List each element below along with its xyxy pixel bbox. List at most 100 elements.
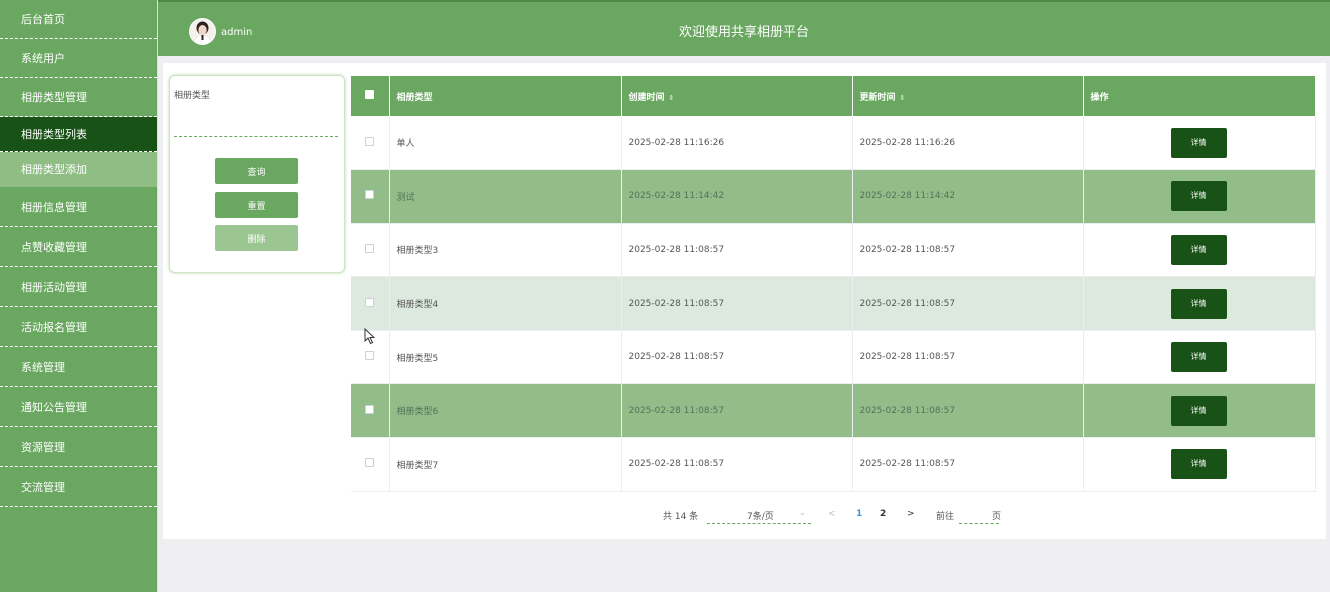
cell-created: 2025-02-28 11:08:57 xyxy=(621,330,853,385)
pagination: 共 14 条 7条/页 ⌄ < 1 2 > 前往 页 xyxy=(163,507,1326,527)
cell-updated: 2025-02-28 11:16:26 xyxy=(852,116,1084,171)
sidebar-item-album-type-list[interactable]: 相册类型列表 xyxy=(0,117,157,152)
column-header-label: 相册类型 xyxy=(396,92,433,103)
detail-button[interactable]: 详情 xyxy=(1170,288,1227,319)
cell-created: 2025-02-28 11:08:57 xyxy=(621,383,853,439)
table-row: 相册类型5 2025-02-28 11:08:57 2025-02-28 11:… xyxy=(351,330,1316,385)
sidebar-item-album-type-manage[interactable]: 相册类型管理 xyxy=(0,78,157,117)
delete-button[interactable]: 删除 xyxy=(215,225,298,251)
row-checkbox[interactable] xyxy=(364,297,374,307)
cell-ops: 详情 xyxy=(1083,330,1316,385)
cell-updated: 2025-02-28 11:08:57 xyxy=(852,437,1084,492)
goto-label: 前往 xyxy=(936,512,955,522)
detail-button[interactable]: 详情 xyxy=(1170,449,1227,480)
row-checkbox[interactable] xyxy=(364,351,374,361)
page-size-select[interactable]: 7条/页 ⌄ xyxy=(707,507,811,524)
sidebar-item-label: 相册活动管理 xyxy=(21,280,87,294)
sidebar-item-system-manage[interactable]: 系统管理 xyxy=(0,347,157,387)
row-checkbox[interactable] xyxy=(364,136,374,146)
cell-type: 相册类型3 xyxy=(389,223,622,278)
page-size-value: 7条/页 xyxy=(747,512,774,522)
detail-button[interactable]: 详情 xyxy=(1170,127,1227,158)
sidebar-item-label: 通知公告管理 xyxy=(21,400,87,414)
cell-ops: 详情 xyxy=(1083,169,1316,224)
table-row: 相册类型3 2025-02-28 11:08:57 2025-02-28 11:… xyxy=(351,223,1316,278)
select-all-cell xyxy=(351,76,390,116)
cell-updated: 2025-02-28 11:08:57 xyxy=(852,223,1084,278)
sidebar-item-label: 活动报名管理 xyxy=(21,320,87,334)
cell-type: 测试 xyxy=(389,169,622,224)
sidebar-item-label: 系统管理 xyxy=(21,360,65,374)
sidebar-item-notice-manage[interactable]: 通知公告管理 xyxy=(0,387,157,427)
row-checkbox[interactable] xyxy=(364,458,374,468)
next-page-button[interactable]: > xyxy=(907,509,915,519)
sidebar-item-label: 相册信息管理 xyxy=(21,200,87,214)
sidebar-item-resource-manage[interactable]: 资源管理 xyxy=(0,427,157,467)
column-header-created[interactable]: 创建时间 ⇕ xyxy=(621,76,853,116)
sidebar-item-label: 相册类型添加 xyxy=(21,163,87,176)
sidebar-item-home[interactable]: 后台首页 xyxy=(0,0,157,39)
detail-button[interactable]: 详情 xyxy=(1170,234,1227,265)
row-select-cell xyxy=(351,276,390,331)
column-header-ops: 操作 xyxy=(1083,76,1316,116)
select-all-checkbox[interactable] xyxy=(364,90,374,99)
sidebar-item-label: 后台首页 xyxy=(21,13,65,26)
column-header-label: 操作 xyxy=(1090,92,1109,103)
sidebar-item-album-activity-manage[interactable]: 相册活动管理 xyxy=(0,267,157,307)
column-header-label: 更新时间 xyxy=(859,92,896,103)
main-content: 相册类型 查询 重置 删除 相册类型 创建时间 ⇕ 更新时间 ⇕ 操作 单人 202… xyxy=(163,63,1326,539)
sidebar-item-label: 系统用户 xyxy=(21,52,65,65)
row-select-cell xyxy=(351,437,390,492)
cell-type: 相册类型7 xyxy=(389,437,622,492)
row-checkbox[interactable] xyxy=(364,243,374,253)
sidebar-item-system-users[interactable]: 系统用户 xyxy=(0,39,157,78)
sidebar-item-label: 点赞收藏管理 xyxy=(21,240,87,254)
cell-updated: 2025-02-28 11:08:57 xyxy=(852,330,1084,385)
top-bar: admin 欢迎使用共享相册平台 xyxy=(158,0,1330,56)
sidebar-item-album-type-add[interactable]: 相册类型添加 xyxy=(0,152,157,187)
table-header-row: 相册类型 创建时间 ⇕ 更新时间 ⇕ 操作 xyxy=(351,76,1316,116)
cell-created: 2025-02-28 11:08:57 xyxy=(621,223,853,278)
cell-type: 相册类型5 xyxy=(389,330,622,385)
sidebar-item-activity-signup-manage[interactable]: 活动报名管理 xyxy=(0,307,157,347)
query-button[interactable]: 查询 xyxy=(215,158,298,184)
sidebar-item-album-info-manage[interactable]: 相册信息管理 xyxy=(0,187,157,227)
cell-ops: 详情 xyxy=(1083,223,1316,278)
sidebar: 后台首页 系统用户 相册类型管理 相册类型列表 相册类型添加 相册信息管理 点赞… xyxy=(0,0,158,592)
mouse-cursor-icon xyxy=(364,328,376,345)
column-header-type: 相册类型 xyxy=(389,76,622,116)
row-select-cell xyxy=(351,223,390,278)
cell-type: 相册类型4 xyxy=(389,276,622,331)
column-header-updated[interactable]: 更新时间 ⇕ xyxy=(852,76,1084,116)
reset-button[interactable]: 重置 xyxy=(215,192,298,218)
row-checkbox[interactable] xyxy=(364,190,374,200)
sidebar-item-communication-manage[interactable]: 交流管理 xyxy=(0,467,157,507)
prev-page-button[interactable]: < xyxy=(828,509,836,519)
album-type-search-input[interactable] xyxy=(174,122,338,137)
search-field-label: 相册类型 xyxy=(174,91,211,101)
sort-icon[interactable]: ⇕ xyxy=(669,94,675,102)
cell-updated: 2025-02-28 11:08:57 xyxy=(852,383,1084,439)
table-row: 相册类型7 2025-02-28 11:08:57 2025-02-28 11:… xyxy=(351,437,1316,492)
goto-suffix: 页 xyxy=(992,512,1002,522)
sidebar-item-like-favorite-manage[interactable]: 点赞收藏管理 xyxy=(0,227,157,267)
sort-icon[interactable]: ⇕ xyxy=(900,94,906,102)
detail-button[interactable]: 详情 xyxy=(1170,342,1227,373)
search-panel: 相册类型 查询 重置 删除 xyxy=(169,75,345,273)
chevron-down-icon: ⌄ xyxy=(799,508,806,517)
cell-type: 单人 xyxy=(389,116,622,171)
table-row: 相册类型4 2025-02-28 11:08:57 2025-02-28 11:… xyxy=(351,276,1316,331)
page-title: 欢迎使用共享相册平台 xyxy=(678,25,809,40)
page-number-current[interactable]: 1 xyxy=(856,509,862,519)
row-select-cell xyxy=(351,116,390,171)
page-number[interactable]: 2 xyxy=(880,509,886,519)
table-row: 测试 2025-02-28 11:14:42 2025-02-28 11:14:… xyxy=(351,169,1316,224)
cell-ops: 详情 xyxy=(1083,437,1316,492)
cell-updated: 2025-02-28 11:08:57 xyxy=(852,276,1084,331)
cell-created: 2025-02-28 11:08:57 xyxy=(621,276,853,331)
detail-button[interactable]: 详情 xyxy=(1170,181,1227,212)
detail-button[interactable]: 详情 xyxy=(1170,395,1227,426)
cell-ops: 详情 xyxy=(1083,116,1316,171)
sidebar-item-label: 资源管理 xyxy=(21,440,65,454)
row-checkbox[interactable] xyxy=(364,404,374,414)
